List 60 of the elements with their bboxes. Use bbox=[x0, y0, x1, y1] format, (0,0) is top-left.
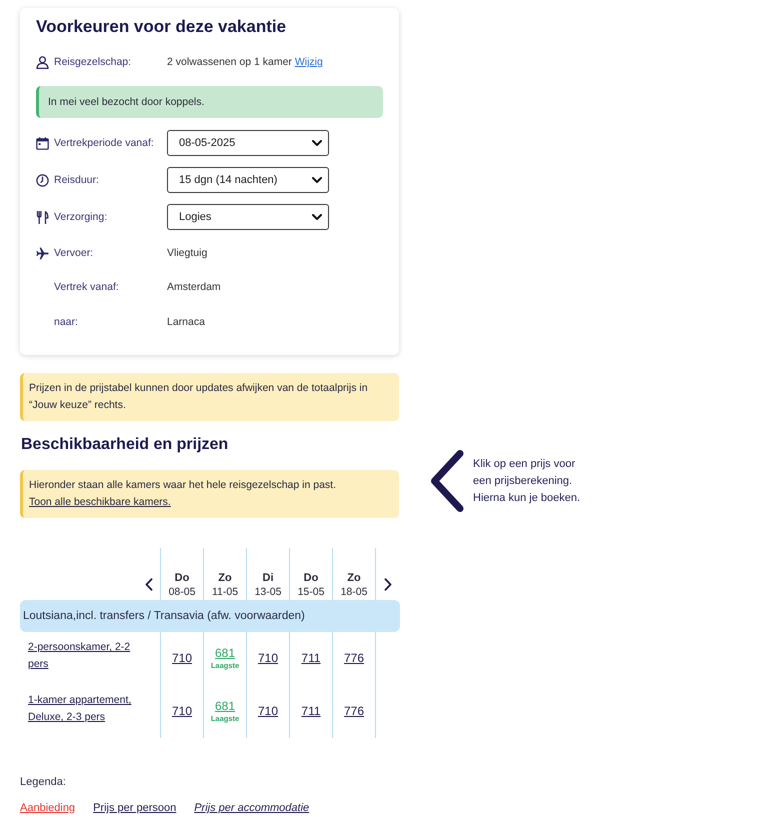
chevron-left-icon bbox=[430, 450, 464, 512]
chevron-down-icon bbox=[312, 140, 322, 146]
chevron-right-icon bbox=[384, 578, 392, 591]
offer-legend-link[interactable]: Aanbieding bbox=[20, 800, 76, 816]
field-value: Larnaca bbox=[167, 316, 205, 328]
date-label: 08-05 bbox=[168, 585, 196, 599]
previous-dates-button[interactable] bbox=[145, 578, 153, 591]
price-link[interactable]: 711 bbox=[301, 704, 321, 719]
legend-title: Legenda: bbox=[20, 775, 66, 790]
notice-text: Hieronder staan alle kamers waar het hele reisgezelschap in past. bbox=[29, 478, 336, 493]
change-link[interactable]: Wijzig bbox=[294, 56, 323, 68]
per-accommodation-legend-link[interactable]: Prijs per accommodatie bbox=[194, 800, 310, 816]
info-notice: In mei veel bezocht door koppels. bbox=[36, 86, 383, 118]
day-label: Zo bbox=[218, 571, 232, 585]
cutlery-icon bbox=[36, 210, 49, 224]
section-heading: Beschikbaarheid en prijzen bbox=[21, 435, 228, 455]
airplane-icon bbox=[36, 246, 49, 260]
field-label: Reisgezelschap: bbox=[54, 56, 132, 68]
board-select[interactable]: Logies bbox=[167, 204, 329, 230]
field-value: Amsterdam bbox=[167, 281, 221, 293]
accommodation-group-bar: Loutsiana,incl. transfers / Transavia (afw. voorwaarden) bbox=[20, 600, 400, 632]
card-title: Voorkeuren voor deze vakantie bbox=[36, 16, 286, 38]
show-all-rooms-link[interactable]: Toon alle beschikbare kamers. bbox=[29, 494, 171, 511]
date-label: 13-05 bbox=[254, 585, 282, 599]
field-label: Vervoer: bbox=[54, 247, 94, 259]
price-link[interactable]: 711 bbox=[301, 651, 321, 666]
date-label: 11-05 bbox=[212, 585, 238, 599]
per-person-legend-link[interactable]: Prijs per persoon bbox=[93, 800, 176, 816]
hint-text: Klik op een prijs voor een prijsberekening. Hierna kun je boeken. bbox=[473, 456, 582, 506]
price-link[interactable]: 776 bbox=[344, 704, 364, 719]
calendar-icon bbox=[36, 136, 49, 150]
price-link[interactable]: 710 bbox=[258, 651, 278, 666]
chevron-down-icon bbox=[312, 214, 322, 220]
price-notice: Prijzen in de prijstabel kunnen door updates afwijken van de totaalprijs in “Jouw keuze” rechts. bbox=[20, 373, 399, 421]
day-label: Do bbox=[304, 571, 318, 585]
person-icon bbox=[36, 56, 49, 68]
field-label: naar: bbox=[54, 316, 78, 328]
field-value: Vliegtuig bbox=[167, 247, 208, 259]
day-label: Di bbox=[262, 571, 274, 585]
date-label: 18-05 bbox=[340, 585, 368, 599]
chevron-left-icon bbox=[145, 578, 153, 591]
price-link[interactable]: 710 bbox=[172, 651, 192, 666]
date-label: 15-05 bbox=[298, 585, 324, 599]
room-link[interactable]: 2-persoonskamer, 2-2 pers bbox=[28, 639, 146, 673]
field-label: Reisduur: bbox=[54, 174, 99, 186]
field-label: Vertrek vanaf: bbox=[54, 281, 119, 293]
price-link[interactable]: 710 bbox=[172, 704, 192, 719]
day-label: Do bbox=[174, 571, 190, 585]
chevron-down-icon bbox=[312, 176, 322, 184]
departure-date-select[interactable]: 08-05-2025 bbox=[167, 130, 329, 156]
clock-icon bbox=[36, 174, 49, 186]
room-link[interactable]: 1-kamer appartement, Deluxe, 2-3 pers bbox=[28, 692, 146, 726]
field-label: Verzorging: bbox=[54, 211, 108, 223]
price-link[interactable]: 776 bbox=[344, 651, 364, 666]
price-link[interactable]: 710 bbox=[258, 704, 278, 719]
next-dates-button[interactable] bbox=[384, 578, 392, 591]
duration-select[interactable]: 15 dgn (14 nachten) bbox=[167, 167, 329, 193]
field-value: 2 volwassenen op 1 kamer bbox=[167, 56, 292, 68]
day-label: Zo bbox=[347, 571, 361, 585]
field-label: Vertrekperiode vanaf: bbox=[54, 137, 154, 149]
